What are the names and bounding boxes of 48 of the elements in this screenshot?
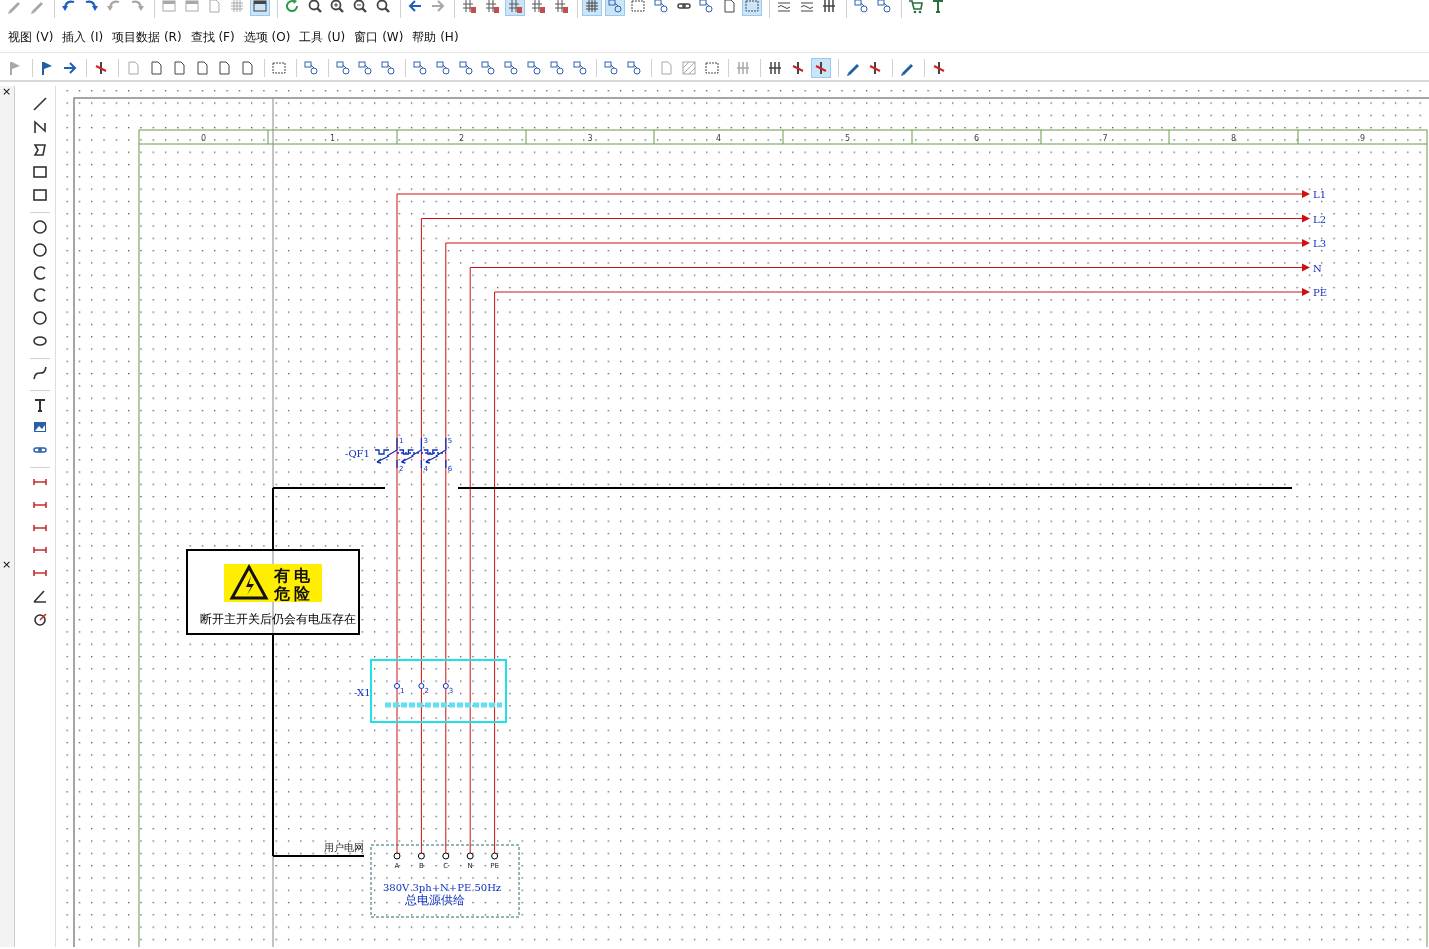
circle-icon[interactable] [30, 217, 50, 237]
column-number: 0 [200, 134, 207, 143]
terminal-icon [491, 852, 499, 860]
terminal-icon [442, 683, 449, 689]
menu-item[interactable]: 视图 (V) [8, 28, 54, 46]
terminal-icon [417, 852, 425, 860]
supply-name: 总电源供给 [405, 893, 465, 907]
menu-item[interactable]: 窗口 (W) [354, 28, 404, 46]
column-number: 1 [329, 134, 336, 143]
frame-icon[interactable] [741, 0, 762, 16]
terminal-icon [394, 683, 400, 689]
window-icon[interactable] [249, 0, 270, 16]
column-number: 4 [715, 134, 722, 143]
column-number: 6 [973, 134, 980, 143]
menu-item[interactable]: 查找 (F) [190, 28, 235, 46]
terminal-icon [393, 852, 401, 860]
warning-text: 有 电 [274, 566, 309, 585]
column-number: 8 [1230, 134, 1237, 143]
column-number: 9 [1359, 134, 1366, 143]
wire-label: L3 [1313, 238, 1326, 249]
column-number: 7 [1102, 134, 1108, 143]
terminal-icon [442, 852, 450, 860]
grid-icon[interactable] [582, 0, 603, 16]
supply-spec: 380V 3ph+N+PE 50Hz [383, 882, 502, 893]
menu-item[interactable]: 帮助 (H) [412, 28, 459, 46]
column-number: 3 [587, 134, 593, 143]
device-tag: -QF1 [345, 448, 370, 459]
menu-item[interactable]: 项目数据 (R) [112, 28, 182, 46]
menu-item[interactable]: 选项 (O) [243, 28, 291, 46]
close-button[interactable]: × [2, 559, 12, 571]
wire-label: L2 [1313, 213, 1326, 225]
terminal-icon [418, 683, 425, 689]
node-icon[interactable] [605, 0, 626, 16]
close-button[interactable]: × [2, 86, 12, 98]
wire-label: L1 [1313, 189, 1326, 200]
device-tag: -X1 [354, 687, 371, 698]
menu-item[interactable]: 插入 (I) [62, 28, 104, 46]
warning-text: 危 险 [274, 584, 309, 603]
column-number: 2 [458, 134, 465, 143]
menu-item[interactable]: 工具 (U) [299, 28, 346, 46]
hash-icon[interactable] [504, 0, 525, 16]
terminal-icon [466, 852, 474, 860]
high-voltage-icon [229, 563, 269, 600]
warning-caption: 断开主开关后仍会有电压存在 [200, 612, 356, 626]
wire-label: N [1313, 262, 1322, 274]
column-number: 5 [844, 134, 851, 143]
network-label: 用户电网 [324, 842, 364, 853]
wire-label: PE [1313, 287, 1328, 298]
